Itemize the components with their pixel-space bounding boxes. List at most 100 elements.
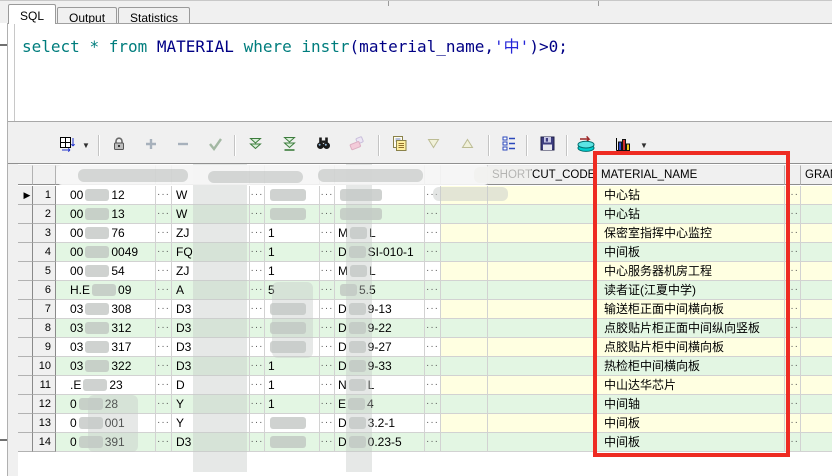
cell-narrow[interactable] bbox=[441, 414, 488, 433]
cell-name[interactable]: 中心钻 bbox=[597, 186, 785, 205]
cell-gram[interactable] bbox=[801, 433, 832, 452]
cell-ellipsis-button[interactable]: ··· bbox=[156, 300, 172, 319]
cell-name[interactable]: 中间板 bbox=[597, 414, 785, 433]
cell-qty[interactable] bbox=[265, 300, 320, 319]
cell-ellipsis-button[interactable]: ··· bbox=[156, 433, 172, 452]
cell-name[interactable]: 中间轴 bbox=[597, 395, 785, 414]
row-marker[interactable] bbox=[18, 357, 33, 376]
row-number[interactable]: 1 bbox=[33, 186, 56, 205]
cell-type[interactable]: Y bbox=[172, 414, 250, 433]
sort-asc-button[interactable] bbox=[454, 133, 480, 159]
row-marker[interactable] bbox=[18, 205, 33, 224]
cell-spec[interactable]: E4 bbox=[335, 395, 425, 414]
row-marker[interactable] bbox=[18, 224, 33, 243]
cell-type[interactable]: ZJ bbox=[172, 224, 250, 243]
cell-narrow[interactable] bbox=[441, 243, 488, 262]
cell-qty[interactable]: 1 bbox=[265, 395, 320, 414]
cell-ellipsis-button[interactable]: ··· bbox=[425, 414, 441, 433]
cell-ellipsis-button[interactable]: ··· bbox=[320, 300, 335, 319]
cell-narrow[interactable] bbox=[441, 224, 488, 243]
cell-ellipsis-button[interactable]: ··· bbox=[320, 395, 335, 414]
erase-button[interactable] bbox=[344, 133, 370, 159]
cell-ellipsis-button[interactable]: ··· bbox=[250, 414, 265, 433]
row-marker[interactable] bbox=[18, 414, 33, 433]
cell-ellipsis-button[interactable]: ··· bbox=[785, 338, 801, 357]
cell-ellipsis-button[interactable]: ··· bbox=[250, 186, 265, 205]
cell-ellipsis-button[interactable]: ··· bbox=[425, 357, 441, 376]
fetch-next-button[interactable] bbox=[242, 133, 268, 159]
cell-qty[interactable] bbox=[265, 319, 320, 338]
cell-name[interactable]: 中山达华芯片 bbox=[597, 376, 785, 395]
cell-code[interactable]: 03 317 bbox=[56, 338, 156, 357]
row-marker[interactable] bbox=[18, 395, 33, 414]
cell-code[interactable]: 00 13 bbox=[56, 205, 156, 224]
cell-type[interactable]: D3 bbox=[172, 319, 250, 338]
cell-ellipsis-button[interactable]: ··· bbox=[785, 262, 801, 281]
cell-shortcut[interactable] bbox=[488, 319, 597, 338]
cell-ellipsis-button[interactable]: ··· bbox=[250, 376, 265, 395]
cell-spec[interactable]: D SI-010-1 bbox=[335, 243, 425, 262]
cell-ellipsis-button[interactable]: ··· bbox=[785, 281, 801, 300]
cell-code[interactable]: 03 308 bbox=[56, 300, 156, 319]
cell-ellipsis-button[interactable]: ··· bbox=[156, 338, 172, 357]
cell-ellipsis-button[interactable]: ··· bbox=[785, 186, 801, 205]
column-header[interactable] bbox=[156, 165, 172, 185]
column-header-shortcut-code[interactable]: SHORTCUT_CODE bbox=[488, 165, 597, 185]
column-header[interactable] bbox=[425, 165, 441, 185]
cell-qty[interactable]: 1 bbox=[265, 224, 320, 243]
cell-gram[interactable] bbox=[801, 338, 832, 357]
row-number[interactable]: 7 bbox=[33, 300, 56, 319]
cell-ellipsis-button[interactable]: ··· bbox=[250, 281, 265, 300]
column-header[interactable] bbox=[320, 165, 335, 185]
column-header[interactable] bbox=[250, 165, 265, 185]
cell-ellipsis-button[interactable]: ··· bbox=[250, 395, 265, 414]
cell-ellipsis-button[interactable]: ··· bbox=[320, 186, 335, 205]
cell-ellipsis-button[interactable]: ··· bbox=[425, 338, 441, 357]
cell-ellipsis-button[interactable]: ··· bbox=[425, 224, 441, 243]
cell-qty[interactable] bbox=[265, 414, 320, 433]
cell-ellipsis-button[interactable]: ··· bbox=[250, 262, 265, 281]
cell-narrow[interactable] bbox=[441, 281, 488, 300]
cell-qty[interactable] bbox=[265, 205, 320, 224]
lock-button[interactable] bbox=[106, 133, 132, 159]
row-marker[interactable] bbox=[18, 433, 33, 452]
cell-code[interactable]: .E 23 bbox=[56, 376, 156, 395]
row-number[interactable]: 12 bbox=[33, 395, 56, 414]
cell-code[interactable]: 03 322 bbox=[56, 357, 156, 376]
cell-qty[interactable] bbox=[265, 186, 320, 205]
cell-narrow[interactable] bbox=[441, 357, 488, 376]
cell-ellipsis-button[interactable]: ··· bbox=[156, 262, 172, 281]
cell-shortcut[interactable] bbox=[488, 262, 597, 281]
cell-gram[interactable] bbox=[801, 395, 832, 414]
column-header[interactable] bbox=[18, 165, 33, 185]
cell-gram[interactable] bbox=[801, 186, 832, 205]
row-number[interactable]: 2 bbox=[33, 205, 56, 224]
cell-name[interactable]: 中心钻 bbox=[597, 205, 785, 224]
cell-gram[interactable] bbox=[801, 262, 832, 281]
cell-ellipsis-button[interactable]: ··· bbox=[320, 376, 335, 395]
cell-gram[interactable] bbox=[801, 376, 832, 395]
cell-ellipsis-button[interactable]: ··· bbox=[156, 376, 172, 395]
row-number[interactable]: 8 bbox=[33, 319, 56, 338]
cell-ellipsis-button[interactable]: ··· bbox=[156, 243, 172, 262]
row-marker[interactable] bbox=[18, 243, 33, 262]
cell-ellipsis-button[interactable]: ··· bbox=[425, 186, 441, 205]
cell-shortcut[interactable] bbox=[488, 376, 597, 395]
tab-statistics[interactable]: Statistics bbox=[118, 7, 191, 25]
cell-name[interactable]: 输送柜正面中间横向板 bbox=[597, 300, 785, 319]
cell-ellipsis-button[interactable]: ··· bbox=[320, 414, 335, 433]
cell-qty[interactable]: 1 bbox=[265, 243, 320, 262]
commit-button[interactable] bbox=[202, 133, 228, 159]
cell-name[interactable]: 读者证(江夏中学) bbox=[597, 281, 785, 300]
column-header[interactable] bbox=[265, 165, 320, 185]
row-marker[interactable] bbox=[18, 281, 33, 300]
cell-spec[interactable]: D 9-27 bbox=[335, 338, 425, 357]
cell-gram[interactable] bbox=[801, 319, 832, 338]
fetch-all-button[interactable] bbox=[276, 133, 302, 159]
row-number[interactable]: 9 bbox=[33, 338, 56, 357]
cell-ellipsis-button[interactable]: ··· bbox=[250, 433, 265, 452]
cell-spec[interactable]: NL bbox=[335, 376, 425, 395]
cell-gram[interactable] bbox=[801, 205, 832, 224]
cell-type[interactable]: FQ bbox=[172, 243, 250, 262]
cell-gram[interactable] bbox=[801, 300, 832, 319]
